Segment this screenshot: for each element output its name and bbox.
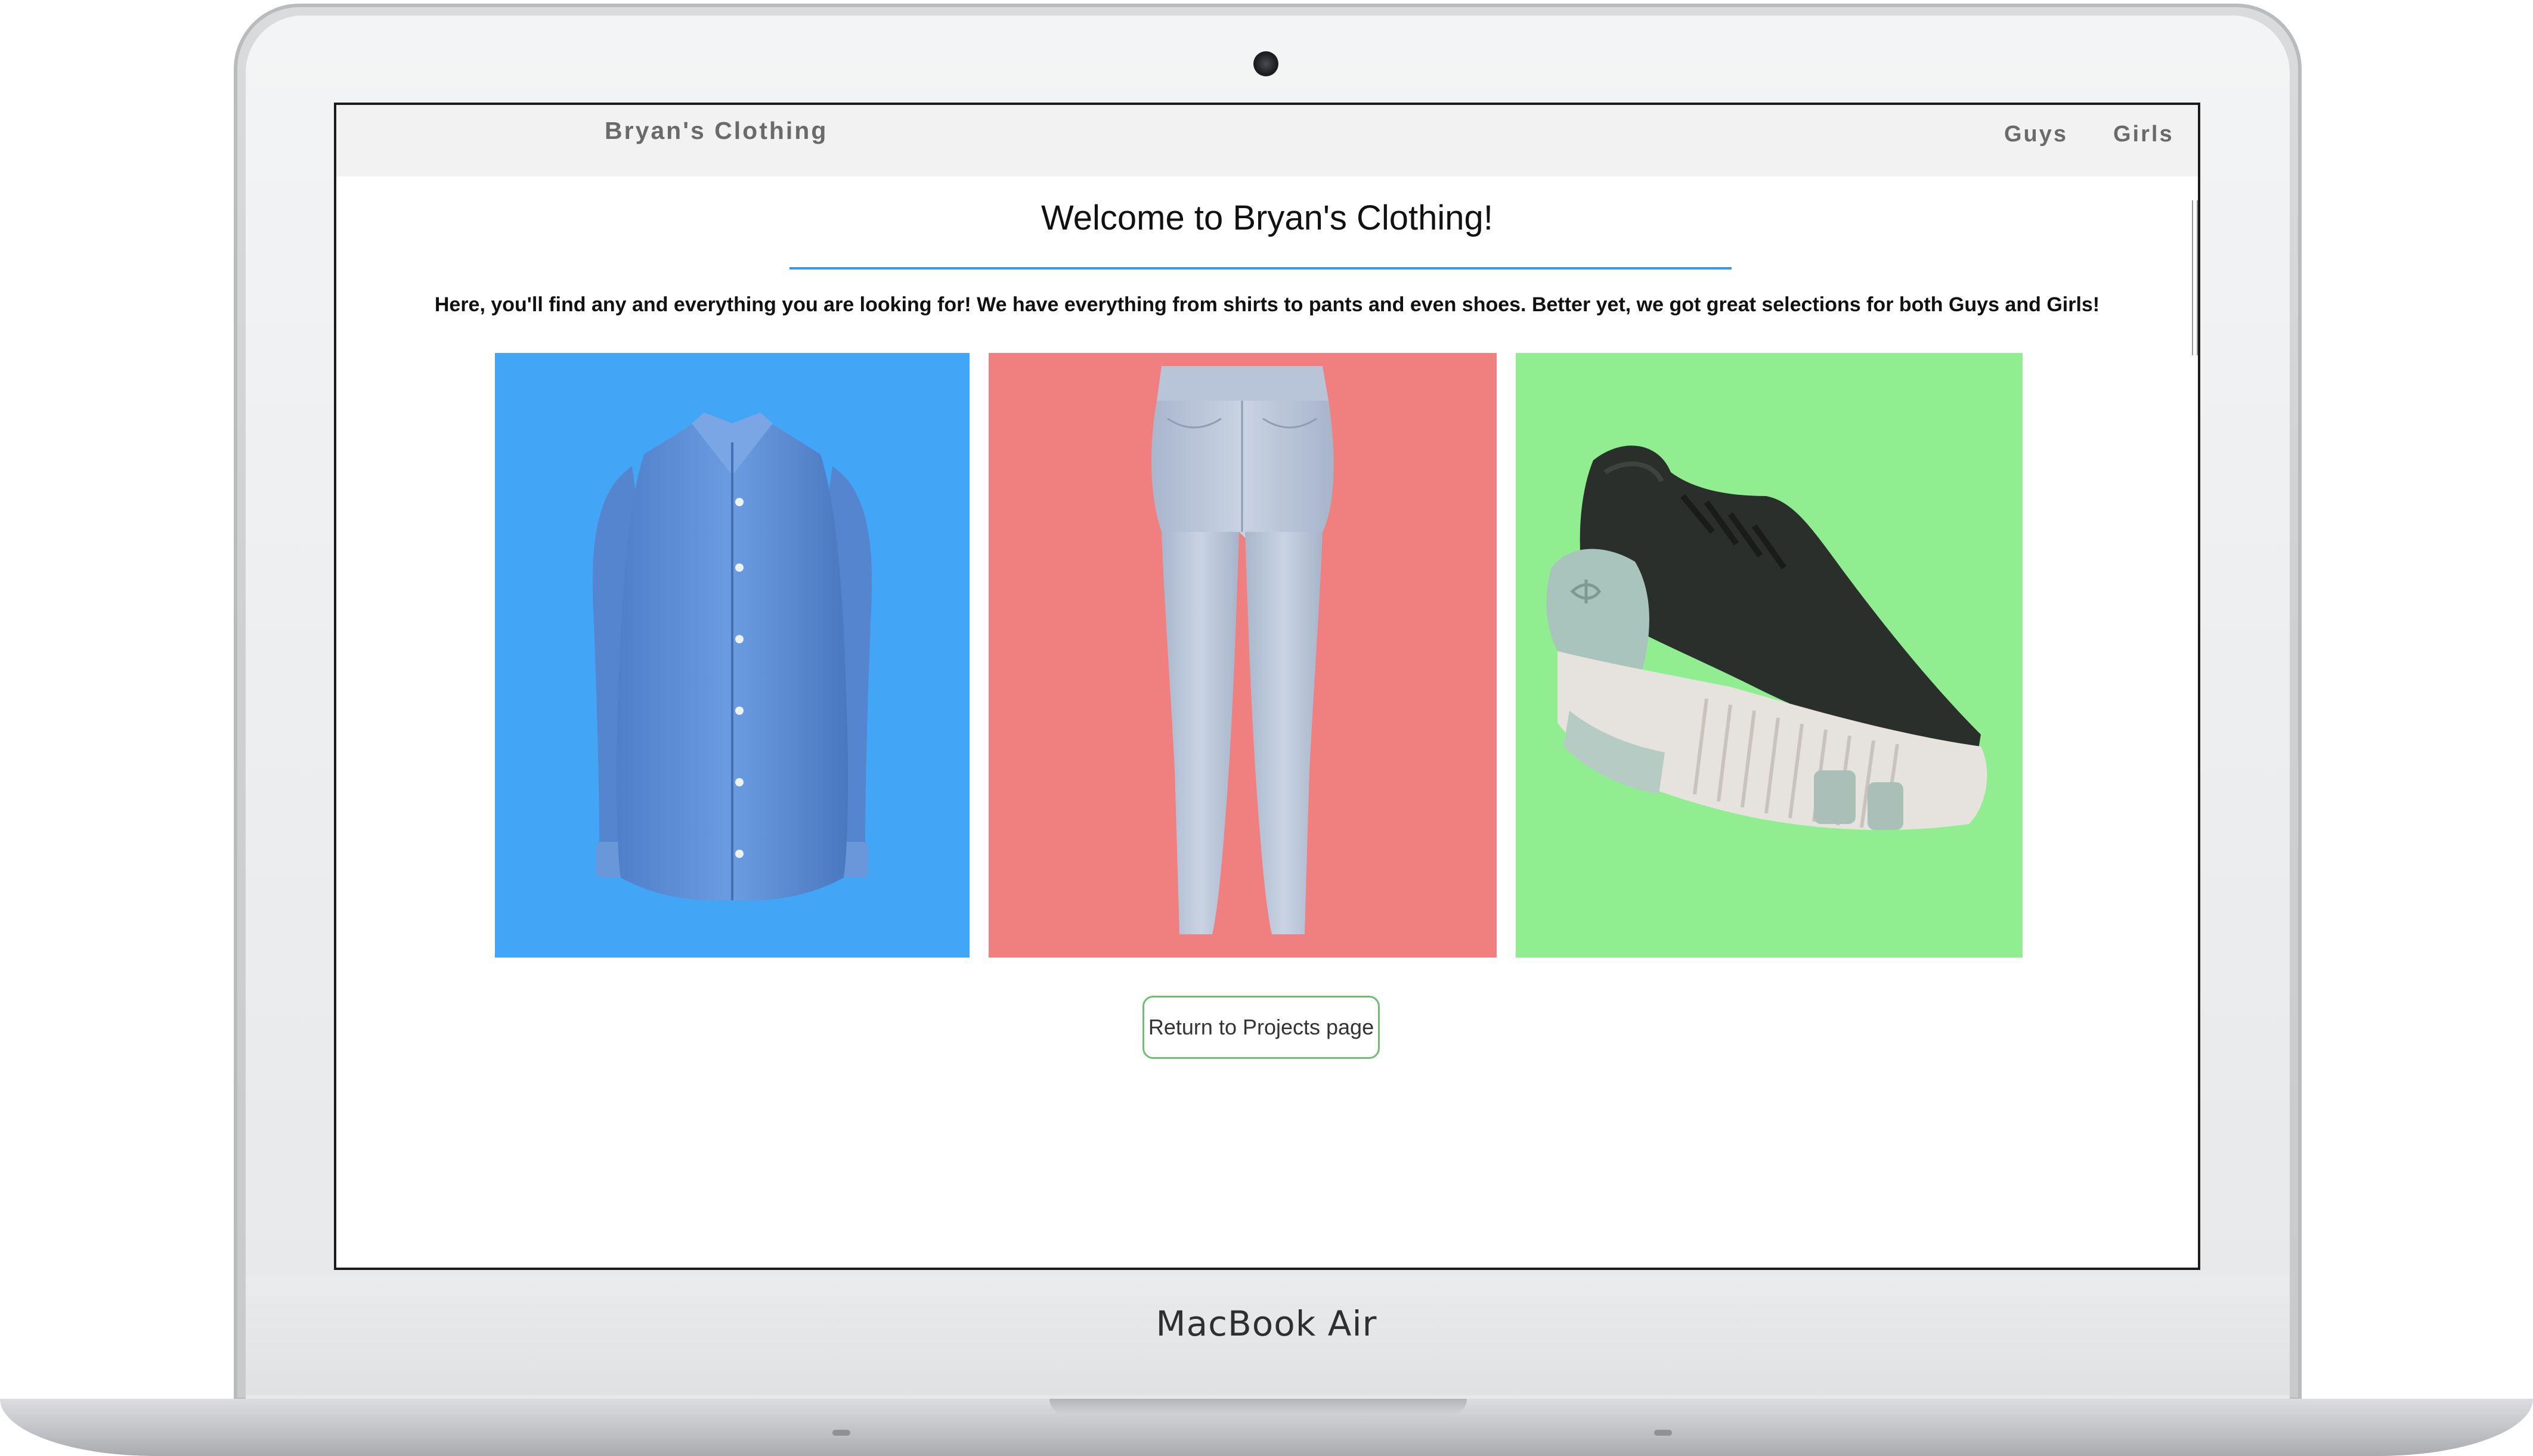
laptop-hinge-notch: [1049, 1399, 1467, 1414]
tile-shoe[interactable]: [1516, 353, 2023, 958]
laptop-foot: [1654, 1430, 1672, 1436]
page-tagline: Here, you'll find any and everything you…: [434, 293, 2100, 316]
webcam-icon: [1253, 51, 1278, 76]
browser-viewport: Bryan's Clothing Guys Girls Welcome to B…: [334, 103, 2200, 1270]
return-to-projects-button[interactable]: Return to Projects page: [1142, 996, 1380, 1059]
site-brand[interactable]: Bryan's Clothing: [605, 117, 828, 145]
page-title: Welcome to Bryan's Clothing!: [1041, 199, 1493, 237]
scrollbar[interactable]: [2192, 200, 2198, 355]
tile-jeans[interactable]: [989, 353, 1497, 958]
tile-shirt[interactable]: [495, 353, 970, 958]
laptop-foot: [832, 1430, 850, 1436]
shirt-image: [592, 413, 872, 901]
nav-link-girls[interactable]: Girls: [2113, 122, 2174, 147]
jeans-image: [1151, 366, 1334, 934]
title-divider: [789, 267, 1732, 269]
nav-link-guys[interactable]: Guys: [2004, 122, 2068, 147]
device-label: MacBook Air: [1156, 1303, 1377, 1344]
sneaker-image: [1546, 445, 1987, 830]
top-navbar: Bryan's Clothing Guys Girls: [336, 105, 2198, 176]
